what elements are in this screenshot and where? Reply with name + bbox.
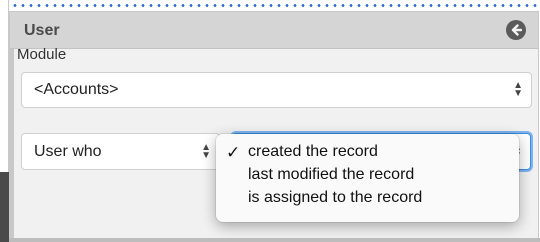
panel-title: User bbox=[24, 22, 60, 39]
module-select[interactable]: <Accounts> ▲ ▼ bbox=[21, 72, 532, 108]
back-button[interactable] bbox=[506, 20, 526, 40]
record-action-dropdown: ✓ created the record last modified the r… bbox=[216, 134, 519, 222]
background-edge bbox=[0, 172, 9, 242]
option-label: created the record bbox=[248, 143, 378, 160]
select-arrows-icon: ▲▼ bbox=[513, 80, 523, 99]
dropdown-option[interactable]: ✓ created the record bbox=[216, 142, 519, 165]
module-select-value: <Accounts> bbox=[34, 81, 119, 98]
dropdown-option[interactable]: last modified the record bbox=[216, 165, 519, 188]
dropdown-option[interactable]: is assigned to the record bbox=[216, 188, 519, 211]
select-arrows-icon: ▲▼ bbox=[201, 141, 211, 161]
user-who-select[interactable]: User who ▲ ▼ bbox=[21, 133, 220, 170]
background-pattern bbox=[9, 0, 540, 9]
panel-header: User bbox=[10, 12, 538, 49]
user-who-select-value: User who bbox=[34, 142, 102, 160]
option-label: last modified the record bbox=[248, 166, 415, 183]
module-label: Module bbox=[17, 46, 67, 63]
panel-bottom-edge bbox=[9, 238, 540, 242]
option-label: is assigned to the record bbox=[248, 189, 423, 206]
checkmark-icon: ✓ bbox=[226, 143, 241, 162]
arrow-left-icon bbox=[511, 24, 522, 36]
